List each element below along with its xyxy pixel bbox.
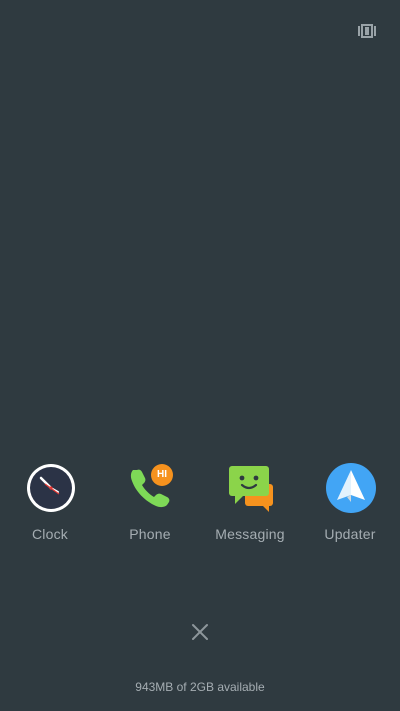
recent-app-updater[interactable]: Updater (300, 462, 400, 552)
recent-app-messaging[interactable]: Messaging (200, 462, 300, 552)
app-label-updater: Updater (324, 526, 376, 542)
app-label-phone: Phone (129, 526, 171, 542)
paper-plane-icon (325, 462, 377, 514)
layout-toggle-icon[interactable] (358, 24, 376, 38)
clock-icon (25, 462, 77, 514)
close-icon (192, 624, 208, 640)
phone-icon: HI (125, 462, 177, 514)
phone-badge: HI (151, 464, 173, 486)
badge-text: HI (157, 469, 167, 480)
recent-app-phone[interactable]: HI Phone (100, 462, 200, 552)
recent-apps-row: Clock HI Phone Messaging Updater (0, 462, 400, 552)
clear-all-close-button[interactable] (190, 622, 210, 642)
app-label-clock: Clock (31, 526, 68, 542)
messaging-icon (225, 462, 277, 514)
memory-status: 943MB of 2GB available (135, 680, 265, 694)
app-label-messaging: Messaging (215, 526, 285, 542)
recent-app-clock[interactable]: Clock (0, 462, 100, 552)
